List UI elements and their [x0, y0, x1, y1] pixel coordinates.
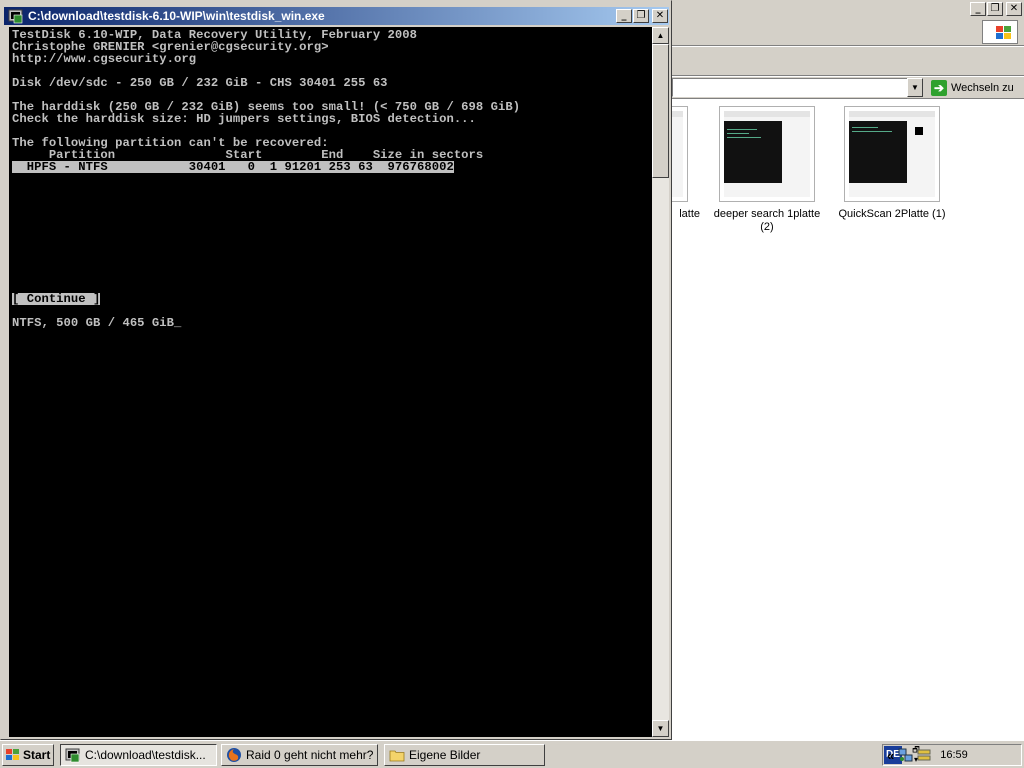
thumbnail-image: [719, 106, 815, 202]
console-restore-button[interactable]: ❐: [633, 9, 649, 23]
console-close-button[interactable]: ✕: [652, 9, 668, 23]
console-titlebar[interactable]: C:\download\testdisk-6.10-WIP\win\testdi…: [4, 7, 669, 25]
partition-row[interactable]: HPFS - NTFS 30401 0 1 91201 253 63 97676…: [12, 161, 454, 173]
firefox-icon: [227, 748, 241, 762]
console-title: C:\download\testdisk-6.10-WIP\win\testdi…: [28, 9, 325, 23]
thumbnail-caption: deeper search 1platte (2): [713, 208, 821, 233]
taskbar: Start C:\download\testdisk... Raid 0 geh…: [0, 740, 1024, 768]
start-label: Start: [23, 748, 51, 762]
task-testdisk[interactable]: C:\download\testdisk...: [60, 744, 217, 766]
drives-icon[interactable]: [916, 747, 932, 763]
thumbnail-item[interactable]: deeper search 1platte (2): [714, 106, 827, 234]
address-dropdown-icon[interactable]: ▼: [907, 78, 923, 97]
task-eigene-bilder[interactable]: Eigene Bilder: [384, 744, 545, 766]
task-firefox[interactable]: Raid 0 geht nicht mehr? ...: [221, 744, 378, 766]
task-label: Eigene Bilder: [409, 748, 481, 762]
network-icon[interactable]: [898, 747, 914, 763]
console-app-icon: [8, 9, 23, 24]
scroll-down-icon[interactable]: ▼: [652, 720, 669, 737]
minimize-button[interactable]: _: [970, 2, 986, 16]
continue-button[interactable]: [ Continue ]: [12, 293, 101, 305]
scroll-up-icon[interactable]: ▲: [652, 27, 669, 44]
console-line: Disk /dev/sdc - 250 GB / 232 GiB - CHS 3…: [12, 76, 388, 90]
testdisk-console-window: C:\download\testdisk-6.10-WIP\win\testdi…: [0, 0, 672, 740]
windows-flag-icon: [6, 749, 20, 761]
console-app-icon: [65, 748, 80, 763]
console-line: Check the harddisk size: HD jumpers sett…: [12, 112, 476, 126]
restore-button[interactable]: ❐: [987, 2, 1003, 16]
console-minimize-button[interactable]: _: [616, 9, 632, 23]
scroll-thumb[interactable]: [652, 44, 669, 178]
go-button[interactable]: ➔ Wechseln zu: [928, 77, 1020, 98]
console-line: http://www.cgsecurity.org: [12, 52, 197, 66]
go-button-label: Wechseln zu: [951, 81, 1014, 94]
system-tray: « 16:59: [882, 744, 1022, 766]
task-label: C:\download\testdisk...: [85, 748, 206, 762]
start-button[interactable]: Start: [2, 744, 54, 766]
close-button[interactable]: ✕: [1006, 2, 1022, 16]
task-label: Raid 0 geht nicht mehr? ...: [246, 748, 378, 762]
folder-icon: [389, 750, 405, 762]
tray-chevron-icon[interactable]: «: [887, 748, 894, 763]
thumbnail-image: [844, 106, 940, 202]
thumbnail-caption: QuickScan 2Platte (1): [838, 208, 946, 220]
address-input[interactable]: [672, 78, 908, 97]
console-scrollbar[interactable]: ▲ ▼: [652, 27, 669, 737]
console-screen[interactable]: TestDisk 6.10-WIP, Data Recovery Utility…: [9, 27, 652, 737]
go-arrow-icon: ➔: [931, 79, 947, 96]
thumbnail-item[interactable]: QuickScan 2Platte (1): [839, 106, 952, 221]
clock[interactable]: 16:59: [940, 749, 968, 761]
windows-logo-icon: [982, 20, 1018, 44]
status-line: NTFS, 500 GB / 465 GiB_: [12, 316, 182, 330]
